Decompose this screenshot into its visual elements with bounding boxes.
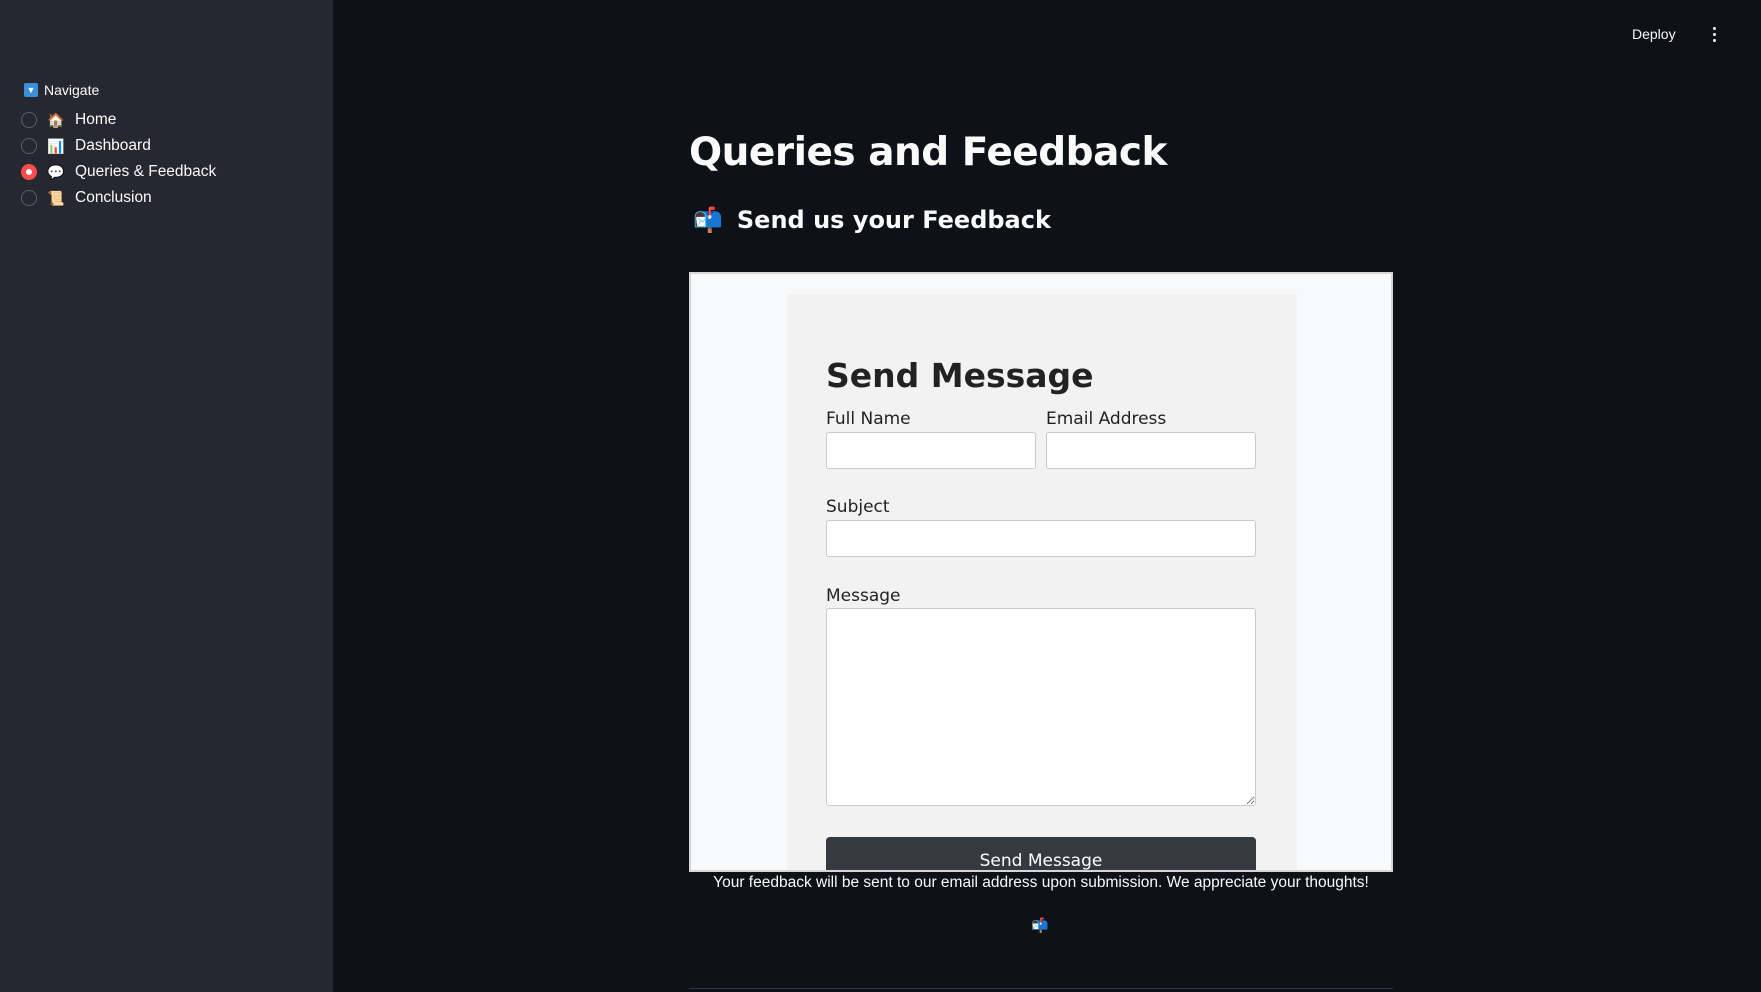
contact-form: Send Message Full Name Email Address Sub… [787,294,1297,870]
radio-button-selected[interactable] [21,164,37,180]
subject-input[interactable] [826,520,1256,557]
feedback-note: Your feedback will be sent to our email … [713,874,1369,891]
sidebar-item-label: Queries & Feedback [75,163,217,180]
send-message-button[interactable]: Send Message [826,837,1256,870]
divider [689,988,1393,989]
sidebar-item-label: Dashboard [75,137,151,154]
sidebar-item-dashboard[interactable]: 📊 Dashboard [21,133,216,159]
sidebar-item-label: Conclusion [75,189,152,206]
sidebar: ▼ Navigate 🏠 Home 📊 Dashboard 💬 Queries … [0,0,333,992]
radio-button[interactable] [21,112,37,128]
email-input[interactable] [1046,432,1256,469]
full-name-input[interactable] [826,432,1036,469]
subheader: 📬 Send us your Feedback [693,206,1051,234]
embedded-form-frame: Send Message Full Name Email Address Sub… [689,272,1393,872]
more-menu-icon[interactable] [1708,24,1720,44]
nav-title: ▼ Navigate [24,82,99,98]
sidebar-item-label: Home [75,111,117,128]
form-title: Send Message [826,356,1094,395]
house-icon: 🏠 [47,111,65,128]
page-title: Queries and Feedback [689,130,1167,175]
full-name-label: Full Name [826,409,911,429]
speech-bubble-icon: 💬 [47,163,65,180]
nav-title-label: Navigate [44,82,100,98]
scrollbar[interactable] [1752,0,1761,992]
subheader-text: Send us your Feedback [736,206,1051,234]
sidebar-item-conclusion[interactable]: 📜 Conclusion [21,185,216,211]
sidebar-item-home[interactable]: 🏠 Home [21,107,216,133]
message-textarea[interactable] [826,608,1256,806]
radio-button[interactable] [21,138,37,154]
bar-chart-icon: 📊 [47,137,65,154]
message-label: Message [826,586,901,606]
deploy-button[interactable]: Deploy [1632,22,1676,46]
subject-label: Subject [826,497,890,517]
scroll-icon: 📜 [47,189,65,206]
radio-button[interactable] [21,190,37,206]
sidebar-item-queries-feedback[interactable]: 💬 Queries & Feedback [21,159,216,185]
mailbox-icon: 📬 [1031,917,1049,933]
nav-radio-group: 🏠 Home 📊 Dashboard 💬 Queries & Feedback … [21,107,216,211]
mailbox-icon: 📬 [693,206,723,234]
email-label: Email Address [1046,409,1167,429]
chevron-down-icon: ▼ [24,83,38,97]
